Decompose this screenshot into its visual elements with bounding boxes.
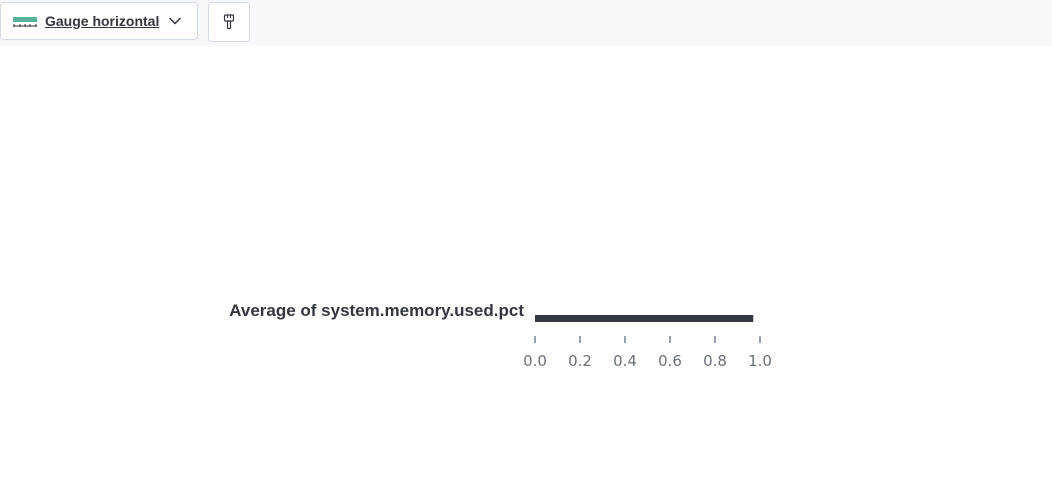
tick-label: 0.6 (658, 352, 682, 370)
tick-label: 0.8 (703, 352, 727, 370)
paintbrush-icon (223, 14, 235, 30)
chart-toolbar: Gauge horizontal (0, 0, 1052, 46)
style-settings-button[interactable] (208, 2, 250, 42)
gauge-chart-area: Average of system.memory.used.pct 0.0 0.2… (0, 46, 1052, 500)
chevron-down-icon (169, 17, 182, 25)
gauge-chart: Average of system.memory.used.pct 0.0 0.2… (229, 301, 772, 370)
tick-label: 0.0 (523, 352, 547, 370)
tick-label: 0.2 (568, 352, 592, 370)
gauge-value-bar (535, 315, 754, 322)
chart-type-selector[interactable]: Gauge horizontal (0, 2, 198, 40)
chart-type-label: Gauge horizontal (45, 13, 160, 29)
gauge-marks: 0.0 0.2 0.4 0.6 0.8 1.0 (523, 315, 772, 370)
gauge-title: Average of system.memory.used.pct (229, 301, 524, 320)
tick-label: 0.4 (613, 352, 637, 370)
gauge-horizontal-icon (13, 17, 37, 27)
tick-label: 1.0 (748, 352, 772, 370)
